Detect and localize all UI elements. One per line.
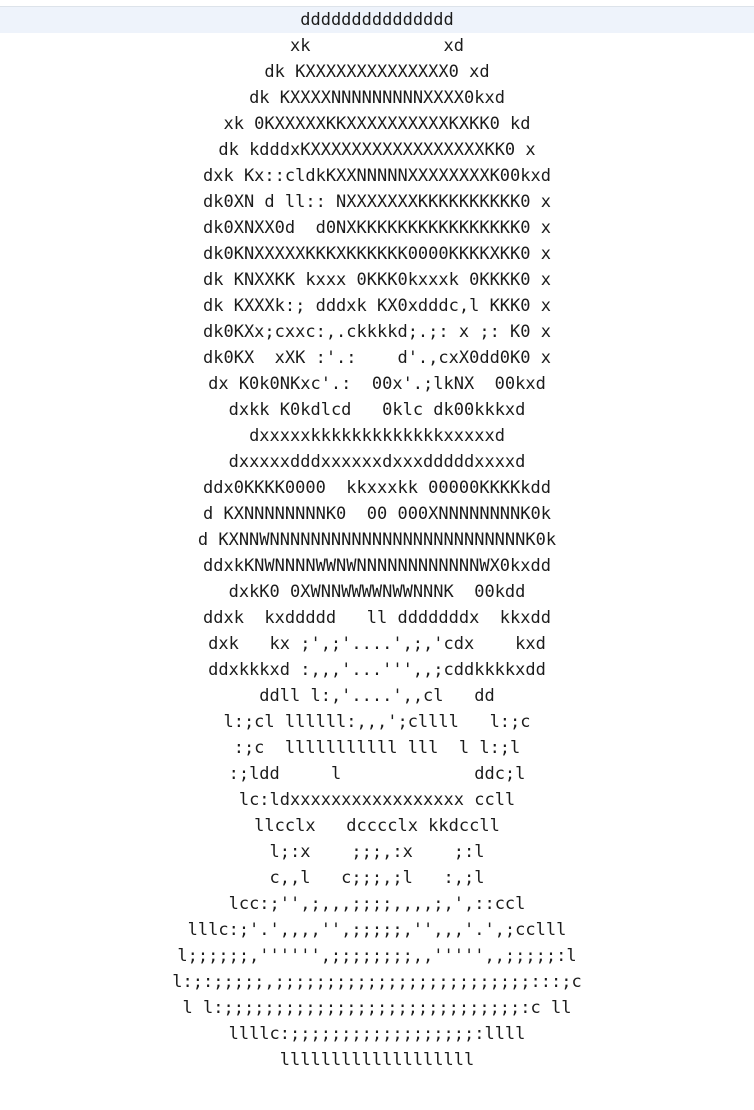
ascii-line: dk0XN d ll:: NXXXXXXXKKKKKKKKKK0 x bbox=[203, 192, 551, 212]
ascii-line: dk0KX xXK :'.: d'.,cxX0dd0K0 x bbox=[203, 348, 551, 368]
ascii-line: dk0XNXX0d d0NXKKKKKKKKKKKKKKKK0 x bbox=[203, 218, 551, 238]
ascii-line: dxxxxxkkkkkkkkkkkkkxxxxxd bbox=[249, 426, 505, 446]
ascii-line: l:;:;;;;;,;;;;;;;;;;;;;;;;;;;;;;;;;:::;c bbox=[172, 972, 582, 992]
ascii-line: dxk Kx::cldkKXXNNNNNXXXXXXXXK00kxd bbox=[203, 166, 551, 186]
ascii-line: l;:x ;;;,:x ;:l bbox=[269, 842, 485, 862]
ascii-line: ddxkkkxd :,,,'...''',,;cddkkkkxdd bbox=[208, 660, 546, 680]
ascii-line: ddll l:,'....',,cl dd bbox=[259, 686, 495, 706]
ascii-art: ddddddddddddddd xk xd dk KXXXXXXXXXXXXXX… bbox=[0, 7, 754, 1073]
ascii-line: dk KNXXKK kxxx 0KKK0kxxxk 0KKKK0 x bbox=[203, 270, 551, 290]
ascii-line: dk0KNXXXXXKKKXKKKKKK0000KKKKXKK0 x bbox=[203, 244, 551, 264]
ascii-line: dk KXXXXXXXXXXXXXX0 xd bbox=[264, 62, 490, 82]
ascii-line: lllc:;'.',,,,'',;;;;;,'',,,'.',;cclll bbox=[187, 920, 567, 940]
text-viewer: ddddddddddddddd xk xd dk KXXXXXXXXXXXXXX… bbox=[0, 0, 754, 1110]
ascii-line: l;;;;;;,'''''',;;;;;;;;,,''''',,;;;;;:l bbox=[177, 946, 577, 966]
ascii-line: d KXNNNNNNNNK0 00 000XNNNNNNNNK0k bbox=[203, 504, 551, 524]
ascii-line: llcclx dcccclx kkdccll bbox=[254, 816, 500, 836]
ascii-line: l l:;;;;;;;;;;;;;;;;;;;;;;;;;;;;;:c ll bbox=[182, 998, 572, 1018]
ascii-line: dxkk K0kdlcd 0klc dk00kkkxd bbox=[228, 400, 526, 420]
ascii-line: lcc:;'',;,,,;;;;,,,,;,',::ccl bbox=[228, 894, 526, 914]
ascii-line-current[interactable]: ddddddddddddddd bbox=[0, 7, 754, 33]
ascii-line: d KXNNWNNNNNNNNNNNNNNNNNNNNNNNNNK0k bbox=[197, 530, 557, 550]
ascii-line: dxxxxxdddxxxxxxdxxxdddddxxxxd bbox=[228, 452, 526, 472]
ascii-line: dxk kx ;',;'....',;,'cdx kxd bbox=[208, 634, 546, 654]
ascii-line: :;ldd l ddc;l bbox=[228, 764, 526, 784]
ascii-line: dk KXXXk:; dddxk KX0xdddc,l KKK0 x bbox=[203, 296, 551, 316]
ascii-line: lc:ldxxxxxxxxxxxxxxxxx ccll bbox=[238, 790, 516, 810]
ascii-line: ddxkKNWNNNNWWNWNNNNNNNNNNNNWX0kxdd bbox=[203, 556, 551, 576]
ascii-line: dx K0k0NKxc'.: 00x'.;lkNX 00kxd bbox=[208, 374, 546, 394]
ascii-line: llllc:;;;;;;;;;;;;;;;;;;:llll bbox=[228, 1024, 526, 1044]
ascii-line: ddxk kxddddd ll dddddddx kkxdd bbox=[203, 608, 551, 628]
ascii-line: dk KXXXXNNNNNNNNNXXXX0kxd bbox=[249, 88, 505, 108]
ascii-line: lllllllllllllllllll bbox=[279, 1050, 475, 1070]
ascii-line: xk xd bbox=[290, 36, 464, 56]
ascii-line: dk0KXx;cxxc:,.ckkkkd;.;: x ;: K0 x bbox=[203, 322, 551, 342]
ascii-line: dk kdddxKXXXXXXXXXXXXXXXXXKK0 x bbox=[218, 140, 536, 160]
ascii-line: dxkK0 0XWNNWWWWNWWNNNK 00kdd bbox=[228, 582, 526, 602]
ascii-line: :;c lllllllllll lll l l:;l bbox=[233, 738, 521, 758]
ascii-line: c,,l c;;;,;l :,;l bbox=[269, 868, 485, 888]
ascii-line: xk 0KXXXXXKKXXXXXXXXXXKXKK0 kd bbox=[223, 114, 531, 134]
ascii-line: ddx0KKKK0000 kkxxxkk 00000KKKKkdd bbox=[203, 478, 551, 498]
ascii-line: l:;cl llllll:,,,';cllll l:;c bbox=[223, 712, 531, 732]
